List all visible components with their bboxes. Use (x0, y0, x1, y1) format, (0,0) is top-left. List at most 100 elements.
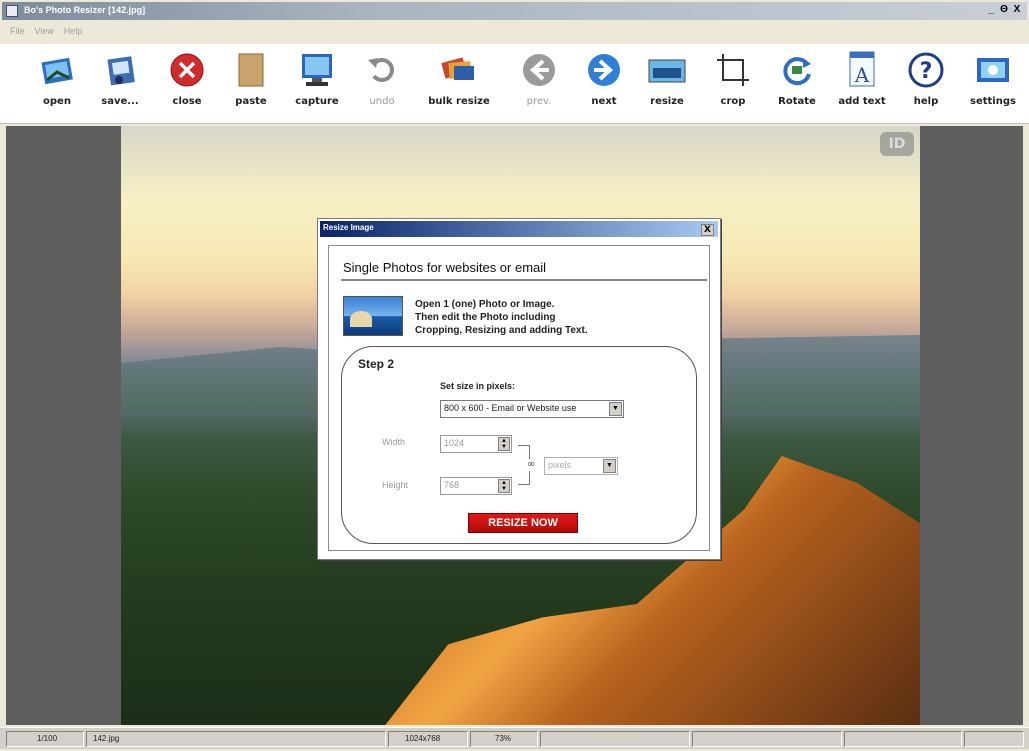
open-photo-icon (37, 50, 77, 90)
undo-button[interactable]: undo (350, 50, 414, 107)
resize-label: resize (650, 96, 684, 107)
svg-text:A: A (854, 63, 870, 87)
next-arrow-icon (584, 50, 624, 90)
window-title: Bo's Photo Resizer [142.jpg] (24, 5, 146, 15)
toolbar: open save... close paste capture undo bu… (0, 44, 1029, 124)
dialog-description: Open 1 (one) Photo or Image. Then edit t… (415, 298, 588, 337)
crop-label: crop (720, 96, 746, 107)
divider (341, 279, 707, 281)
bulk-resize-button[interactable]: bulk resize (427, 50, 491, 107)
settings-label: settings (970, 96, 1016, 107)
photo-thumbnail (343, 296, 403, 336)
desc-line-1: Open 1 (one) Photo or Image. (415, 299, 555, 310)
svg-text:?: ? (920, 59, 933, 84)
desc-line-2: Then edit the Photo including (415, 312, 556, 323)
undo-icon (362, 50, 402, 90)
title-bar[interactable]: Bo's Photo Resizer [142.jpg] _ Θ X (2, 2, 1027, 20)
capture-label: capture (295, 96, 339, 107)
paste-label: paste (235, 96, 267, 107)
rotate-button[interactable]: Rotate (765, 50, 829, 107)
add-text-button[interactable]: A add text (830, 50, 894, 107)
menu-bar: File View Help (2, 22, 82, 40)
add-text-icon: A (842, 50, 882, 90)
app-window: Bo's Photo Resizer [142.jpg] _ Θ X File … (0, 0, 1029, 751)
add-text-label: add text (838, 96, 886, 107)
dialog-close-button[interactable]: X (701, 224, 714, 236)
height-input[interactable]: 768 ▲ ▼ (440, 477, 512, 495)
chain-link-icon[interactable]: ∞ (525, 459, 537, 471)
minimize-button[interactable]: _ (985, 4, 997, 17)
dialog-title-bar[interactable]: Resize Image X (320, 221, 718, 237)
resize-dialog: Resize Image X Single Photos for website… (317, 218, 721, 560)
paste-button[interactable]: paste (219, 50, 283, 107)
width-value: 1024 (444, 438, 465, 448)
monitor-icon (297, 50, 337, 90)
width-input[interactable]: 1024 ▲ ▼ (440, 435, 512, 453)
status-cell-empty-4 (964, 731, 1024, 747)
paste-icon (231, 50, 271, 90)
unit-select[interactable]: pixels ▼ (544, 457, 618, 475)
step-2-panel: Step 2 Set size in pixels: 800 x 600 - E… (341, 346, 697, 544)
chevron-down-icon[interactable]: ▼ (603, 459, 616, 473)
next-button[interactable]: next (572, 50, 636, 107)
bulk-resize-icon (439, 50, 479, 90)
close-label: close (172, 96, 202, 107)
menu-view[interactable]: View (35, 22, 54, 40)
undo-label: undo (369, 96, 395, 107)
watermark-logo: ID (880, 132, 914, 156)
bulk-resize-label: bulk resize (428, 96, 490, 107)
menu-file[interactable]: File (10, 22, 25, 40)
settings-icon (973, 50, 1013, 90)
status-cell-empty-1 (540, 731, 690, 747)
window-controls: _ Θ X (985, 4, 1023, 17)
crop-button[interactable]: crop (701, 50, 765, 107)
prev-arrow-icon (519, 50, 559, 90)
status-cell-empty-3 (844, 731, 962, 747)
dialog-heading: Single Photos for websites or email (343, 260, 547, 275)
maximize-button[interactable]: Θ (998, 4, 1010, 17)
help-label: help (913, 96, 939, 107)
status-index: 1/100 (6, 731, 84, 747)
help-icon: ? (906, 50, 946, 90)
resize-now-button[interactable]: RESIZE NOW (468, 513, 578, 533)
width-spinner[interactable]: ▲ ▼ (498, 437, 510, 451)
save-icon (100, 50, 140, 90)
status-cell-empty-2 (692, 731, 842, 747)
rotate-icon (777, 50, 817, 90)
crop-icon (713, 50, 753, 90)
dialog-panel: Single Photos for websites or email Open… (328, 245, 710, 551)
close-red-icon (167, 50, 207, 90)
save-button[interactable]: save... (88, 50, 152, 107)
close-button[interactable]: close (155, 50, 219, 107)
step-title: Step 2 (358, 357, 395, 371)
status-dimensions: 1024x768 (388, 731, 468, 747)
chevron-down-icon[interactable]: ▼ (609, 402, 622, 416)
set-size-label: Set size in pixels: (440, 381, 516, 391)
prev-label: prev. (526, 96, 552, 107)
settings-button[interactable]: settings (961, 50, 1025, 107)
status-filename: 142.jpg (86, 731, 386, 747)
capture-button[interactable]: capture (285, 50, 349, 107)
dialog-title: Resize Image (323, 223, 374, 232)
open-button[interactable]: open (25, 50, 89, 107)
size-preset-value: 800 x 600 - Email or Website use (444, 403, 577, 413)
desc-line-3: Cropping, Resizing and adding Text. (415, 325, 588, 336)
size-preset-select[interactable]: 800 x 600 - Email or Website use ▼ (440, 400, 624, 418)
height-value: 768 (444, 480, 460, 490)
menu-help[interactable]: Help (64, 22, 83, 40)
status-zoom: 73% (470, 731, 538, 747)
open-label: open (43, 96, 71, 107)
resize-button[interactable]: resize (635, 50, 699, 107)
prev-button[interactable]: prev. (507, 50, 571, 107)
save-label: save... (101, 96, 139, 107)
rotate-label: Rotate (778, 96, 816, 107)
app-icon (6, 5, 18, 17)
next-label: next (591, 96, 617, 107)
close-window-button[interactable]: X (1011, 4, 1023, 17)
status-bar: 1/100 142.jpg 1024x768 73% (0, 727, 1029, 749)
width-label: Width (382, 437, 406, 447)
help-button[interactable]: ? help (894, 50, 958, 107)
height-spinner[interactable]: ▲ ▼ (498, 479, 510, 493)
resize-icon (647, 50, 687, 90)
height-label: Height (382, 480, 409, 490)
